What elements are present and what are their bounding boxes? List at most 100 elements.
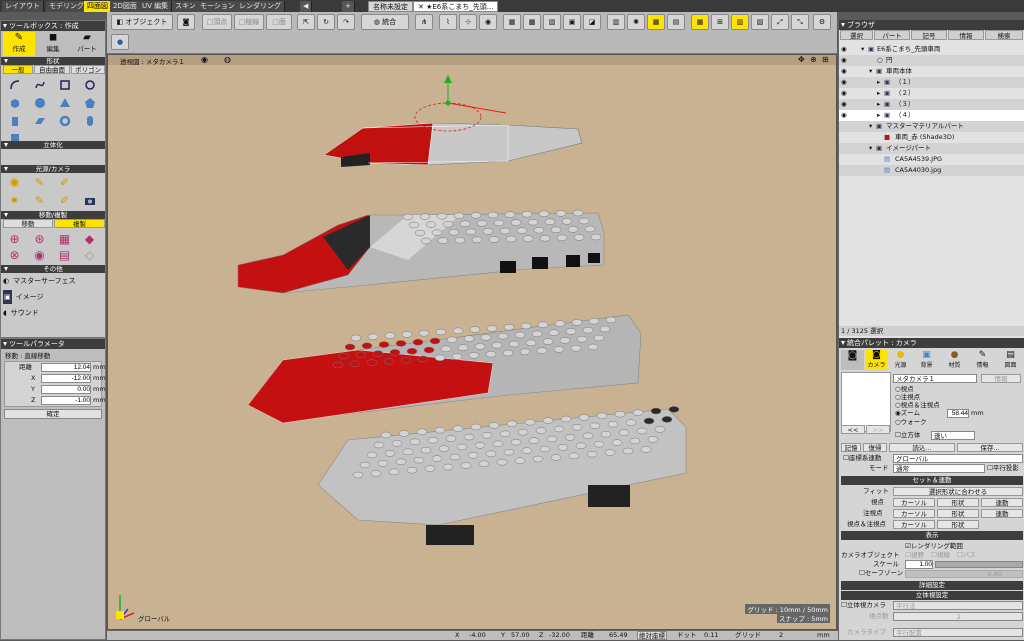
doc-tab-untitled[interactable]: 名称未設定 xyxy=(368,1,413,12)
tree-item[interactable]: ◉ ▸ ▣ （２） xyxy=(839,88,1024,99)
shape-tab-general[interactable]: 一般 xyxy=(3,65,33,74)
scale-icon[interactable]: ▦ xyxy=(57,231,72,246)
browser-tab-select[interactable]: 選択 xyxy=(840,30,873,40)
render-sphere-button[interactable]: ● xyxy=(111,34,129,50)
tree-item[interactable]: ◉ ▾ ▣ 車両本体 xyxy=(839,66,1024,77)
active-view-button[interactable]: ▦ xyxy=(647,14,665,30)
expand-icon[interactable]: ▾ xyxy=(869,66,872,77)
browser-tab-part[interactable]: パート xyxy=(874,30,910,40)
visibility-icon[interactable]: ◉ xyxy=(841,55,847,66)
browser-tab-search[interactable]: 検索 xyxy=(985,30,1023,40)
section-stereo[interactable]: 立体視設定 xyxy=(841,591,1023,600)
settings-button[interactable]: ⚙ xyxy=(813,14,831,30)
fit-view-button[interactable]: ⤢ xyxy=(771,14,789,30)
new-tab-button[interactable]: + xyxy=(342,1,355,12)
tree-item[interactable]: ▤ CA5A4539.JPG xyxy=(839,154,1024,165)
section-detail[interactable]: 詳細設定 xyxy=(841,581,1023,590)
move-tab[interactable]: 移動 xyxy=(3,219,53,228)
scale-slider[interactable] xyxy=(935,561,1023,568)
model-top-shell[interactable] xyxy=(323,75,583,167)
face-mode-button[interactable]: □ 面 xyxy=(266,14,292,30)
tree-item[interactable]: ◉ ○ 円 xyxy=(839,55,1024,66)
guide-toggle-button[interactable]: ▨ xyxy=(751,14,769,30)
next-camera-button[interactable]: >> xyxy=(866,425,890,434)
expand-icon[interactable]: ▾ xyxy=(861,44,864,55)
scale-input[interactable] xyxy=(905,560,933,569)
sun-light-icon[interactable]: ✺ xyxy=(7,175,22,190)
texture-view-button[interactable]: ▩ xyxy=(523,14,541,30)
tab-2d-drawing[interactable]: 2D図面 xyxy=(110,1,141,12)
palette-tab-camera-small[interactable]: ◙ xyxy=(841,350,864,370)
tree-item[interactable]: ▾ ▣ マスターマテリアルパート xyxy=(839,121,1024,132)
viewpoint-cursor-button[interactable]: カーソル xyxy=(893,498,935,507)
camera-tool-icon[interactable] xyxy=(82,193,97,208)
collapse-icon[interactable]: ▸ xyxy=(877,110,880,121)
cam-opt-sight[interactable]: ☐視線 xyxy=(931,551,950,560)
section-light-camera[interactable]: 光源/カメラ xyxy=(1,165,105,173)
tab-scroll-left[interactable]: ◀ xyxy=(300,1,313,12)
bezier-tool-icon[interactable] xyxy=(32,77,47,92)
area-light-icon[interactable]: ✎ xyxy=(32,193,47,208)
tree-item[interactable]: ■ 車両_赤 (Shade3D) xyxy=(839,132,1024,143)
copy-tab[interactable]: 複製 xyxy=(54,219,105,228)
section-shape[interactable]: 形状 xyxy=(1,57,105,65)
camera-info-button[interactable]: 情報 xyxy=(981,374,1021,383)
cube-checkbox[interactable]: ☐立方体 xyxy=(895,431,920,440)
both-shape-button[interactable]: 形状 xyxy=(937,520,979,529)
integrate-button[interactable]: ◍ 統合 xyxy=(361,14,409,30)
target-shape-button[interactable]: 形状 xyxy=(937,509,979,518)
ruler-toggle-button[interactable]: ▥ xyxy=(731,14,749,30)
vertex-mode-button[interactable]: □ 頂点 xyxy=(202,14,232,30)
palette-tab-drawing[interactable]: ▤ 図面 xyxy=(999,350,1022,370)
circular-copy-icon[interactable]: ◉ xyxy=(32,247,47,262)
section-display[interactable]: 表示 xyxy=(841,531,1023,540)
shape-tab-freeform[interactable]: 自由曲面 xyxy=(34,65,70,74)
stereo-camera-checkbox[interactable]: ☐立体視カメラ xyxy=(841,601,886,610)
record-button[interactable]: 記憶 xyxy=(841,443,861,452)
torus-tool-icon[interactable] xyxy=(57,113,72,128)
tree-item[interactable]: ◉ ▾ ▣ E6系こまち_先頭車両 xyxy=(839,44,1024,55)
visibility-icon[interactable]: ◉ xyxy=(841,44,847,55)
stereo-method-select[interactable]: 平行法 xyxy=(893,601,1023,610)
cone-tool-icon[interactable] xyxy=(57,95,72,110)
cam-opt-path[interactable]: ☐パス xyxy=(957,551,976,560)
rectangle-tool-icon[interactable] xyxy=(57,77,72,92)
tab-skin[interactable]: スキン xyxy=(172,1,200,12)
tab-layout[interactable]: レイアウト xyxy=(2,1,44,12)
perspective-viewport[interactable]: 透視図 : メタカメラ１ ◉ ◍ ✥ ⊕ ⊞ グローバル グリッド: 10mm… xyxy=(107,54,837,630)
palette-tab-material[interactable]: ● 材質 xyxy=(943,350,966,370)
visibility-icon[interactable]: ◉ xyxy=(841,110,847,121)
radio-zoom[interactable]: ◉ズーム xyxy=(895,409,920,418)
viewpoint-link-button[interactable]: 連動 xyxy=(981,498,1023,507)
plane-tool-icon[interactable] xyxy=(32,113,47,128)
mode-select[interactable]: 通常 xyxy=(893,464,985,473)
select-tool-button[interactable]: ⇱ xyxy=(297,14,315,30)
render-view-button[interactable]: ▦ xyxy=(503,14,521,30)
viewpoint-shape-button[interactable]: 形状 xyxy=(937,498,979,507)
distance-input[interactable] xyxy=(41,363,91,372)
fit-selected-button[interactable]: 選択形状に合わせる xyxy=(893,487,1023,496)
load-button[interactable]: 読込... xyxy=(889,443,955,452)
doc-tab-e6[interactable]: ✕ ★E6系こまち_先頭... xyxy=(413,1,499,12)
visibility-icon[interactable]: ◉ xyxy=(841,99,847,110)
x-input[interactable] xyxy=(41,374,91,383)
tab-modeling[interactable]: モデリング xyxy=(46,1,88,12)
box-tool-icon[interactable] xyxy=(7,95,22,110)
rotate-icon[interactable]: ⊛ xyxy=(32,231,47,246)
palette-tab-info[interactable]: ✎ 情報 xyxy=(971,350,994,370)
circle-tool-icon[interactable] xyxy=(82,77,97,92)
shear-icon[interactable]: ◆ xyxy=(82,231,97,246)
object-mode-button[interactable]: ◧ オブジェクト xyxy=(111,14,173,30)
y-input[interactable] xyxy=(41,385,91,394)
polygon-tool-icon[interactable] xyxy=(82,95,97,110)
restore-button[interactable]: 復帰 xyxy=(863,443,887,452)
camera-snapshot-button[interactable]: ◙ xyxy=(177,14,195,30)
capsule-tool-icon[interactable] xyxy=(82,113,97,128)
tab-uv-edit[interactable]: UV 編集 xyxy=(139,1,173,12)
section-solid[interactable]: 立体化 xyxy=(1,141,105,149)
node-tool-button[interactable]: ⋔ xyxy=(415,14,433,30)
camera-type-select[interactable]: 平行配置 xyxy=(893,628,1023,637)
parallel-checkbox[interactable]: ☐平行投影 xyxy=(987,464,1019,473)
light-view-button[interactable]: ✺ xyxy=(627,14,645,30)
tree-item[interactable]: ◉ ▸ ▣ （１） xyxy=(839,77,1024,88)
